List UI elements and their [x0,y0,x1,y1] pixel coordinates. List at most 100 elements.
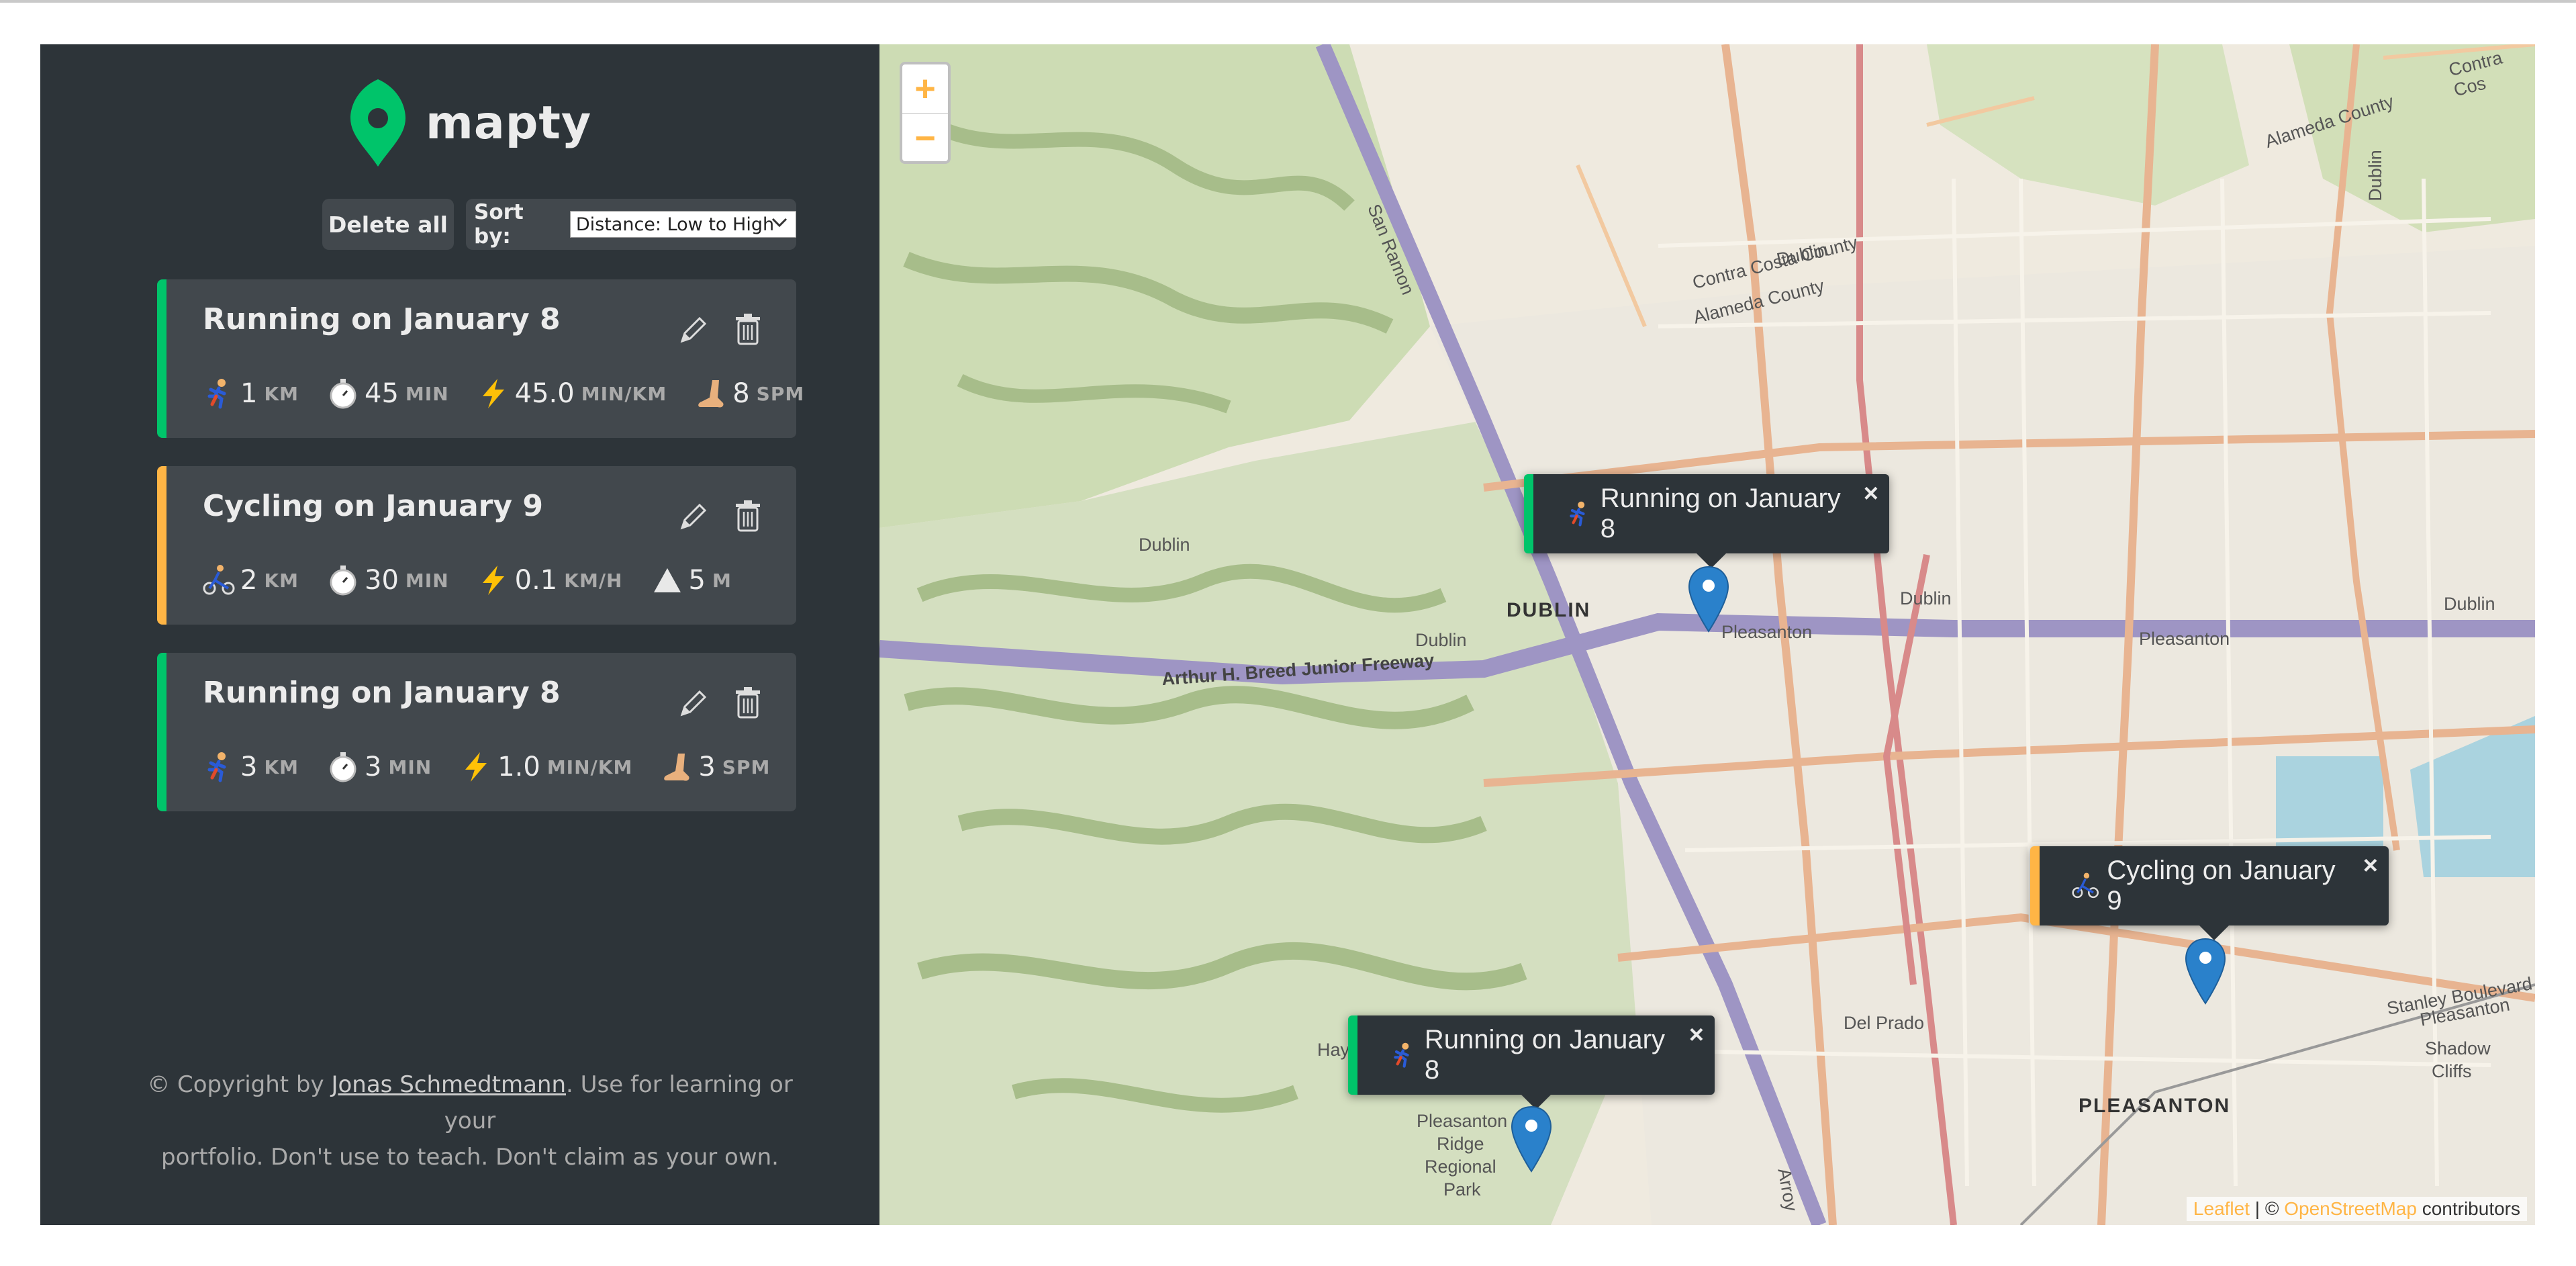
app-name: mapty [426,96,592,150]
popup-close-button[interactable]: × [1689,1021,1704,1050]
duration-value: 45 [365,378,399,409]
attribution-suffix: contributors [2416,1198,2520,1219]
distance-value: 1 [240,378,258,409]
map-label-dublin-right: Dublin [2444,594,2495,614]
map-label-shadow-1: Shadow [2425,1038,2491,1058]
zoom-out-button[interactable]: − [902,113,948,163]
map-label-ridge-1: Pleasanton [1417,1111,1508,1131]
foot-icon [664,754,689,781]
stat-duration: 45 MIN [327,377,449,410]
map-marker[interactable] [1511,1105,1552,1173]
map-label-dublin-vert: Dublin [2365,150,2385,201]
foot-icon [698,380,724,408]
map-label-hay: Hay [1317,1040,1350,1060]
lightning-icon [482,379,504,408]
logo: mapty [350,79,591,167]
map-popup-running[interactable]: Running on January 8 × [1524,474,1889,568]
chevron-down-icon [771,218,788,228]
attribution-separator: | © [2250,1198,2285,1219]
map-pin-logo-icon [350,79,406,167]
window-top-border [0,0,2576,3]
map-popup-cycling[interactable]: Cycling on January 9 × [2030,846,2389,940]
cadence-value: 8 [732,378,750,409]
map-popup-running[interactable]: Running on January 8 × [1348,1015,1715,1110]
workout-card-cycling[interactable]: Cycling on January 9 2 KM 30 MIN 0.1 KM/… [157,466,796,625]
osm-link[interactable]: OpenStreetMap [2284,1198,2417,1219]
map-label-shadow-2: Cliffs [2432,1061,2472,1081]
workout-title: Cycling on January 9 [203,489,543,523]
trash-icon[interactable] [734,500,761,533]
cadence-value: 3 [698,752,716,782]
stat-pace: 1.0 MIN/KM [460,751,632,783]
pace-unit: MIN/KM [581,382,667,405]
duration-unit: MIN [405,382,449,405]
copyright-line2: portfolio. Don't use to teach. Don't cla… [160,1144,779,1171]
stopwatch-icon [330,379,356,409]
author-link[interactable]: Jonas Schmedtmann [331,1071,566,1098]
map-label-pleasanton-road: Pleasanton [2139,629,2230,649]
pencil-icon[interactable] [677,313,710,347]
sort-label: Sort by: [474,200,524,248]
popup-close-button[interactable]: × [1864,480,1878,508]
runner-icon [1570,501,1585,527]
cyclist-icon [2072,872,2099,899]
map-label-dublin: DUBLIN [1507,599,1591,621]
workout-card-running[interactable]: Running on January 8 1 KM 45 MIN 45.0 MI… [157,279,804,438]
stat-elevation: 5 M [651,564,732,596]
zoom-in-button[interactable]: + [902,64,948,113]
lightning-icon [465,752,487,782]
runner-icon [207,379,226,409]
stopwatch-icon [330,752,356,782]
workout-title: Running on January 8 [203,676,561,710]
popup-label: Running on January 8 [1600,484,1841,543]
workout-title: Running on January 8 [203,302,561,336]
duration-unit: MIN [405,569,449,592]
stat-cadence: 8 SPM [695,377,804,410]
trash-icon[interactable] [734,686,761,720]
lightning-icon [482,566,504,595]
leaflet-link[interactable]: Leaflet [2193,1198,2250,1219]
pencil-icon[interactable] [677,686,710,720]
delete-all-button[interactable]: Delete all [322,199,454,250]
workout-card-running[interactable]: Running on January 8 3 KM 3 MIN 1.0 MIN/… [157,653,796,811]
cadence-unit: SPM [756,382,805,405]
speed-value: 0.1 [514,565,558,596]
duration-unit: MIN [388,756,432,778]
distance-value: 3 [240,752,258,782]
distance-unit: KM [264,569,299,592]
distance-value: 2 [240,565,258,596]
zoom-control: + − [900,62,951,164]
map-marker[interactable] [1688,566,1729,633]
sort-control: Sort by: Distance: Low to High [466,199,796,250]
pace-value: 45.0 [514,378,575,409]
map-label-ridge-3: Regional [1425,1157,1496,1177]
stat-duration: 30 MIN [327,564,449,596]
stat-duration: 3 MIN [327,751,432,783]
pencil-icon[interactable] [677,500,710,533]
cyclist-icon [203,565,235,595]
trash-icon[interactable] [734,313,761,347]
map-label-dublin-road: Dublin [1900,588,1952,608]
map-label-del-prado: Del Prado [1844,1013,1925,1033]
workout-stats: 2 KM 30 MIN 0.1 KM/H 5 M [203,560,794,600]
stat-distance: 3 KM [203,751,299,783]
runner-icon [1394,1042,1409,1068]
stat-cadence: 3 SPM [661,751,770,783]
workout-stats: 3 KM 3 MIN 1.0 MIN/KM 3 SPM [203,747,794,787]
duration-value: 3 [365,752,382,782]
popup-label: Running on January 8 [1424,1025,1665,1085]
copyright-prefix: © Copyright by [147,1071,332,1098]
map[interactable]: DUBLIN PLEASANTON Arthur H. Breed Junior… [879,44,2535,1225]
elevation-value: 5 [688,565,706,596]
sort-select[interactable]: Distance: Low to High [569,211,796,238]
distance-unit: KM [264,756,299,778]
popup-label: Cycling on January 9 [2107,856,2336,915]
map-label-dublin-mid: Dublin [1415,630,1467,650]
map-marker[interactable] [2185,938,2226,1005]
stat-distance: 2 KM [203,564,299,596]
speed-unit: KM/H [564,569,623,592]
cadence-unit: SPM [722,756,771,778]
popup-close-button[interactable]: × [2363,852,2378,880]
stopwatch-icon [330,566,356,596]
stat-pace: 45.0 MIN/KM [477,377,667,410]
